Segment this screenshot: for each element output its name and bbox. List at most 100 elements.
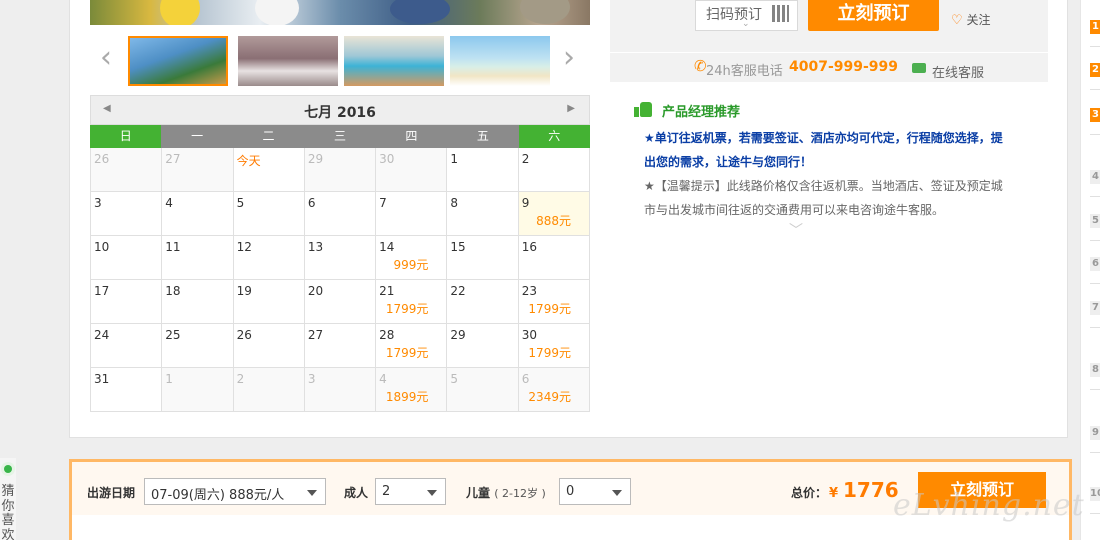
calendar-day[interactable]: 18 — [162, 280, 234, 324]
thumbnail-4[interactable] — [450, 36, 550, 86]
calendar-day[interactable]: 22 — [447, 280, 519, 324]
calendar-day-number: 3 — [94, 196, 102, 210]
calendar-day[interactable]: 27 — [162, 148, 234, 192]
calendar-day[interactable]: 3 — [91, 192, 163, 236]
floor-nav-item[interactable]: 2 — [1090, 63, 1100, 77]
calendar-day-number: 9 — [521, 196, 530, 210]
calendar-day-price: 1799元 — [528, 302, 571, 316]
adult-count-select[interactable]: 2 — [375, 478, 446, 505]
floor-nav-divider — [1090, 240, 1100, 241]
price-calendar: ◀ 七月 2016 ▶ 日一二三四五六 26 27 今天 29 30 1 2 3 4 5 6 7 8 9 8… — [90, 95, 590, 412]
calendar-day[interactable]: 24 — [91, 324, 163, 368]
thumbnail-2[interactable] — [238, 36, 338, 86]
weekday-header: 六 — [518, 125, 590, 148]
calendar-day[interactable]: 14 999元 — [376, 236, 448, 280]
calendar-day-number: 2 — [236, 372, 245, 386]
floor-nav-divider — [1090, 46, 1100, 47]
calendar-day-today[interactable]: 今天 — [233, 148, 305, 192]
expand-chevron-icon[interactable]: ﹀ — [789, 220, 803, 240]
calendar-day[interactable]: 23 1799元 — [518, 280, 590, 324]
thumbnail-3[interactable] — [344, 36, 444, 86]
calendar-week-row: 26 27 今天 29 30 1 2 — [91, 148, 590, 192]
calendar-day[interactable]: 4 1899元 — [376, 368, 448, 412]
floor-nav-item[interactable]: 7 — [1090, 301, 1100, 315]
child-label: 儿童 ( 2-12岁 ) — [466, 484, 546, 501]
calendar-day-number: 5 — [236, 196, 245, 210]
calendar-next-icon[interactable]: ▶ — [567, 103, 575, 114]
contact-bar: ✆ 24h客服电话 4007-999-999 在线客服 — [610, 53, 1048, 82]
weekday-header: 五 — [447, 125, 519, 148]
thumb-next-icon[interactable]: › — [563, 43, 575, 73]
calendar-day[interactable]: 4 — [162, 192, 234, 236]
book-now-button[interactable]: 立刻预订 — [808, 0, 939, 31]
floor-nav-item[interactable]: 10 — [1090, 487, 1100, 501]
calendar-day[interactable]: 7 — [376, 192, 448, 236]
floor-nav-item[interactable]: 4 — [1090, 170, 1100, 184]
calendar-week-row: 17 18 19 20 21 1799元 22 23 1799元 — [91, 280, 590, 324]
calendar-day-number: 11 — [165, 240, 181, 254]
calendar-day[interactable]: 17 — [91, 280, 163, 324]
calendar-day[interactable]: 29 — [304, 148, 377, 192]
calendar-day[interactable]: 28 1799元 — [376, 324, 448, 368]
calendar-day[interactable]: 12 — [233, 236, 305, 280]
floor-nav: 1 2 3 4 5 6 7 8 9 10 — [1080, 0, 1100, 540]
child-count-select[interactable]: 0 — [559, 478, 631, 505]
calendar-day-number: 14 — [379, 240, 395, 254]
thumb-prev-icon[interactable]: ‹ — [100, 43, 112, 73]
calendar-day[interactable]: 27 — [304, 324, 377, 368]
calendar-day[interactable]: 1 — [447, 148, 519, 192]
calendar-day[interactable]: 2 — [233, 368, 305, 412]
floor-nav-item[interactable]: 8 — [1090, 363, 1100, 377]
online-service-link[interactable]: 在线客服 — [932, 62, 984, 81]
calendar-day[interactable]: 2 — [518, 148, 590, 192]
calendar-day[interactable]: 11 — [162, 236, 234, 280]
calendar-day[interactable]: 9 888元 — [518, 192, 590, 236]
calendar-day[interactable]: 15 — [447, 236, 519, 280]
calendar-day[interactable]: 1 — [162, 368, 234, 412]
calendar-day-number: 1 — [165, 372, 173, 386]
calendar-day-number: 18 — [165, 284, 181, 298]
calendar-day[interactable]: 30 — [376, 148, 448, 192]
calendar-day[interactable]: 13 — [304, 236, 377, 280]
calendar-day-number: 6 — [521, 372, 530, 386]
floor-nav-divider — [1090, 452, 1100, 453]
calendar-day-number: 4 — [379, 372, 387, 386]
calendar-day-price: 1899元 — [385, 390, 429, 404]
follow-button[interactable]: ♡ 关注 — [951, 11, 991, 28]
travel-date-select[interactable]: 07-09(周六) 888元/人 — [144, 478, 326, 505]
scan-to-book-button[interactable]: 扫码预订 ⌄ — [695, 0, 798, 31]
hero-image — [90, 0, 590, 25]
calendar-day[interactable]: 6 2349元 — [518, 368, 590, 412]
calendar-day[interactable]: 8 — [447, 192, 519, 236]
calendar-day[interactable]: 26 — [233, 324, 305, 368]
calendar-day-number: 19 — [236, 284, 252, 298]
calendar-day[interactable]: 21 1799元 — [376, 280, 448, 324]
floor-nav-item[interactable]: 9 — [1090, 426, 1100, 440]
calendar-day[interactable]: 30 1799元 — [518, 324, 590, 368]
caret-down-icon — [307, 490, 317, 496]
floor-nav-item[interactable]: 3 — [1090, 108, 1100, 122]
floor-nav-item[interactable]: 1 — [1090, 20, 1100, 34]
calendar-day-number: 16 — [521, 240, 537, 254]
calendar-day[interactable]: 29 — [447, 324, 519, 368]
calendar-day[interactable]: 16 — [518, 236, 590, 280]
calendar-day[interactable]: 20 — [304, 280, 377, 324]
calendar-day[interactable]: 10 — [91, 236, 163, 280]
floor-nav-item[interactable]: 6 — [1090, 257, 1100, 271]
calendar-week-row: 3 4 5 6 7 8 9 888元 — [91, 192, 590, 236]
calendar-day[interactable]: 26 — [91, 148, 163, 192]
calendar-day-price: 1799元 — [528, 346, 571, 360]
calendar-day[interactable]: 5 — [233, 192, 305, 236]
recommendation-text: ★单订往返机票，若需要签证、酒店亦均可代定，行程随您选择，提出您的需求，让途牛与… — [644, 131, 1003, 169]
calendar-day[interactable]: 3 — [304, 368, 377, 412]
thumbnail-1[interactable] — [128, 36, 228, 86]
calendar-day[interactable]: 6 — [304, 192, 377, 236]
calendar-day-number: 27 — [165, 152, 181, 166]
guess-you-like-tab[interactable]: 猜你喜欢 — [0, 458, 16, 540]
calendar-day-number: 10 — [94, 240, 110, 254]
calendar-day[interactable]: 19 — [233, 280, 305, 324]
calendar-day[interactable]: 25 — [162, 324, 234, 368]
calendar-day[interactable]: 5 — [447, 368, 519, 412]
floor-nav-item[interactable]: 5 — [1090, 214, 1100, 228]
calendar-day[interactable]: 31 — [91, 368, 163, 412]
